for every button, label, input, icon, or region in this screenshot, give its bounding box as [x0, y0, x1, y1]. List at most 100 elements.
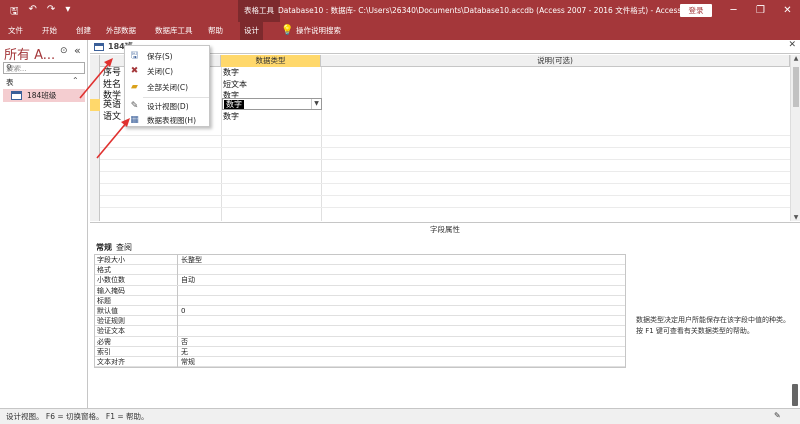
property-row[interactable]: 验证文本 — [95, 326, 625, 337]
grid-row-line — [100, 147, 790, 148]
property-value[interactable]: 自动 — [181, 275, 195, 285]
close-button[interactable]: ✕ — [774, 0, 800, 22]
properties-tabs: 常规 查阅 — [95, 242, 133, 253]
customize-icon[interactable]: ▾ — [65, 4, 70, 21]
property-row[interactable]: 索引无 — [95, 346, 625, 357]
property-row[interactable]: 默认值 0 — [95, 305, 625, 317]
tell-me-search[interactable]: 操作说明搜索 — [296, 22, 341, 40]
grid-row-line — [100, 195, 790, 196]
row-selector[interactable] — [90, 67, 100, 79]
minimize-button[interactable]: ─ — [720, 0, 747, 22]
data-type-select[interactable]: 数字 ▼ — [222, 98, 322, 110]
property-row[interactable]: 格式 — [95, 265, 625, 276]
scroll-down-icon[interactable]: ▼ — [791, 214, 800, 221]
scrollbar-thumb[interactable] — [792, 384, 798, 406]
field-properties-table: 字段大小 长整型 格式 小数位数 自动 输入掩码 标题 默认值 0 验证规则 验证文本… — [94, 254, 626, 369]
table-icon — [11, 91, 22, 100]
row-selector-column — [90, 55, 100, 221]
folder-icon: ▰ — [131, 82, 138, 92]
scroll-thumb[interactable] — [793, 67, 799, 107]
property-row[interactable]: 小数位数 自动 — [95, 275, 625, 286]
property-value[interactable]: 0 — [181, 306, 185, 316]
design-view-icon[interactable]: ✎ — [774, 411, 781, 420]
tab-lookup[interactable]: 查阅 — [115, 242, 133, 253]
tab-file[interactable]: 文件 — [8, 22, 23, 40]
property-value[interactable]: 否 — [181, 337, 188, 347]
nav-pane-title[interactable]: 所有 A... — [4, 44, 55, 63]
menu-item-label: 关闭(C) — [147, 67, 174, 76]
save-icon: 🖫 — [130, 51, 139, 61]
close-icon[interactable]: ✕ — [788, 40, 796, 50]
status-text: 设计视图。 F6 = 切换窗格。 F1 = 帮助。 — [6, 412, 149, 421]
property-help-text: 数据类型决定用户所能保存在该字段中值的种类。按 F1 键可查看有关数据类型的帮助… — [636, 316, 790, 335]
window-title: Database10 : 数据库- C:\Users\26340\Documen… — [278, 6, 682, 15]
field-name-cell[interactable]: 语文 — [103, 111, 121, 123]
header-data-type[interactable]: 数据类型 — [221, 55, 321, 67]
save-icon[interactable]: 🖫 — [10, 4, 19, 21]
tab-create[interactable]: 创建 — [76, 22, 91, 40]
property-name: 文本对齐 — [95, 356, 178, 367]
tab-general[interactable]: 常规 — [95, 242, 113, 253]
row-selector[interactable] — [90, 79, 100, 91]
property-name: 小数位数 — [95, 275, 178, 286]
column-divider — [321, 67, 322, 221]
tab-external-data[interactable]: 外部数据 — [106, 22, 136, 40]
menu-item-close[interactable]: ✖ 关闭(C) — [125, 63, 211, 79]
property-row[interactable]: 字段大小 长整型 — [95, 255, 625, 266]
undo-icon[interactable]: ↶ — [29, 4, 37, 21]
menu-item-save[interactable]: 🖫 保存(S) — [125, 48, 211, 64]
context-tab-group: 表格工具 — [238, 0, 280, 22]
redo-icon[interactable]: ↷ — [47, 4, 55, 21]
search-icon[interactable]: ⚲ — [6, 63, 83, 72]
property-row[interactable]: 标题 — [95, 295, 625, 306]
chevron-up-icon[interactable]: ⌃ — [72, 76, 79, 85]
field-properties-title: 字段属性 — [90, 222, 800, 236]
nav-item-table[interactable]: 184班级 — [3, 89, 85, 102]
field-name-cell[interactable]: 序号 — [103, 67, 121, 79]
row-selector-current[interactable] — [90, 99, 100, 111]
menu-item-close-all[interactable]: ▰ 全部关闭(C) — [125, 79, 211, 95]
grid-row-line — [100, 207, 790, 208]
nav-collapse-icon[interactable]: « — [74, 44, 81, 57]
property-row[interactable]: 验证规则 — [95, 316, 625, 327]
tab-database-tools[interactable]: 数据库工具 — [155, 22, 193, 40]
tab-help[interactable]: 帮助 — [208, 22, 223, 40]
nav-group-tables[interactable]: 表 — [6, 77, 14, 88]
status-bar: 设计视图。 F6 = 切换窗格。 F1 = 帮助。 ✎ — [0, 408, 800, 424]
header-description[interactable]: 说明(可选) — [321, 55, 790, 67]
property-name: 标题 — [95, 295, 178, 306]
property-name: 必需 — [95, 336, 178, 347]
menu-item-label: 全部关闭(C) — [147, 83, 189, 92]
field-name-cell[interactable]: 英语 — [103, 99, 121, 111]
ribbon-tabs: 文件 开始 创建 外部数据 数据库工具 帮助 设计 💡 操作说明搜索 — [0, 22, 800, 40]
property-value[interactable]: 长整型 — [181, 255, 202, 265]
property-name: 验证文本 — [95, 326, 178, 337]
property-row[interactable]: 输入掩码 — [95, 285, 625, 296]
grid-row-line — [100, 135, 790, 136]
data-type-cell[interactable]: 数字 — [223, 111, 239, 123]
menu-item-datasheet-view[interactable]: ▦ 数据表视图(H) — [125, 112, 211, 128]
property-row[interactable]: 文本对齐 常规 — [95, 356, 625, 368]
menu-item-label: 保存(S) — [147, 52, 173, 61]
tab-design[interactable]: 设计 — [240, 22, 263, 40]
nav-menu-icon[interactable]: ⊙ — [60, 46, 68, 56]
login-button[interactable]: 登录 — [680, 4, 712, 17]
property-value[interactable]: 常规 — [181, 357, 195, 367]
grid-row-line — [100, 171, 790, 172]
property-value[interactable]: 无 — [181, 347, 188, 357]
property-row[interactable]: 必需否 — [95, 336, 625, 347]
window-controls: ─ ❐ ✕ — [720, 0, 800, 22]
row-selector[interactable] — [90, 111, 100, 123]
property-name: 字段大小 — [95, 255, 178, 265]
nav-search-input[interactable]: 搜索... ⚲ — [3, 62, 85, 74]
chevron-down-icon[interactable]: ▼ — [311, 99, 321, 109]
maximize-button[interactable]: ❐ — [747, 0, 774, 22]
menu-item-label: 数据表视图(H) — [147, 116, 196, 125]
tab-home[interactable]: 开始 — [42, 22, 57, 40]
data-type-cell[interactable]: 数字 — [223, 67, 239, 79]
property-name: 格式 — [95, 265, 178, 276]
scroll-up-icon[interactable]: ▲ — [791, 55, 800, 62]
property-name: 验证规则 — [95, 316, 178, 327]
grid-scrollbar[interactable]: ▲ ▼ — [790, 55, 800, 221]
data-type-value: 数字 — [224, 100, 244, 109]
